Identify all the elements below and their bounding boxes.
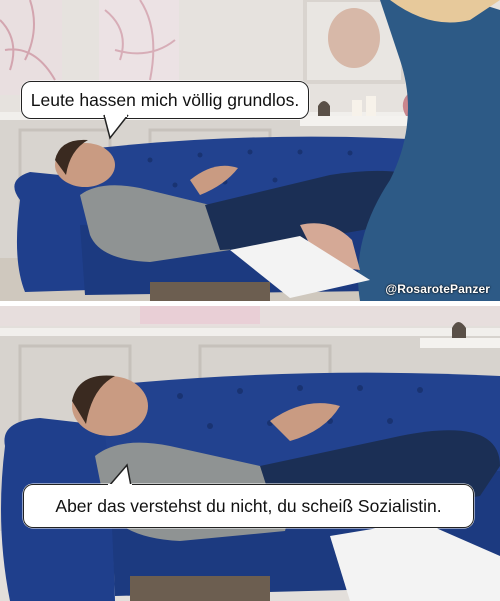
therapy-scene-top xyxy=(0,0,500,301)
meme-image: Leute hassen mich völlig grundlos. @Rosa… xyxy=(0,0,500,601)
marble-painting-center xyxy=(99,0,179,85)
speech-bubble-tail-bottom xyxy=(108,463,132,487)
speech-bubble-top: Leute hassen mich völlig grundlos. xyxy=(21,81,309,119)
speech-bubble-bottom: Aber das verstehst du nicht, du scheiß S… xyxy=(23,484,474,528)
therapy-scene-bottom xyxy=(0,306,500,601)
couch-arm xyxy=(14,172,90,292)
speech-bubble-tail-top xyxy=(103,114,129,140)
watermark: @RosarotePanzer xyxy=(385,282,490,296)
mirror-glass xyxy=(328,8,380,68)
bottom-panel: Aber das verstehst du nicht, du scheiß S… xyxy=(0,306,500,601)
top-panel: Leute hassen mich völlig grundlos. @Rosa… xyxy=(0,0,500,301)
